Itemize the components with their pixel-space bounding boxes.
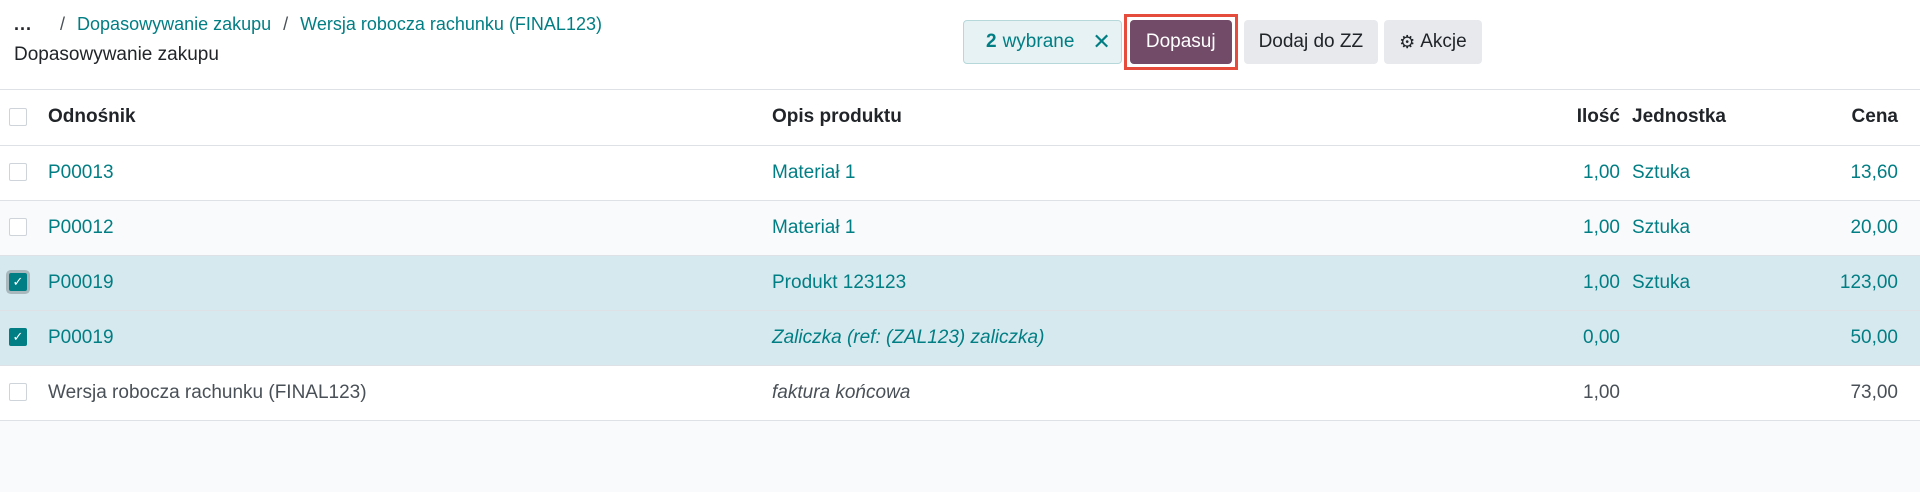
row-quantity[interactable]: 0,00 xyxy=(1472,310,1632,365)
selection-badge: 2 wybrane ✕ xyxy=(963,20,1122,64)
actions-button[interactable]: ⚙ Akcje xyxy=(1384,20,1482,64)
gear-icon: ⚙ xyxy=(1399,31,1416,52)
row-description[interactable]: Zaliczka (ref: (ZAL123) zaliczka) xyxy=(772,310,1472,365)
table-row[interactable]: P00012 Materiał 1 1,00 Sztuka 20,00 xyxy=(0,200,1920,255)
column-header-price[interactable]: Cena xyxy=(1802,90,1920,145)
page-title: Dopasowywanie zakupu xyxy=(14,44,219,65)
row-checkbox-checked[interactable]: ✓ xyxy=(9,328,27,347)
breadcrumb-item-purchase-matching[interactable]: Dopasowywanie zakupu xyxy=(77,14,271,35)
row-quantity[interactable]: 1,00 xyxy=(1472,145,1632,200)
column-header-unit[interactable]: Jednostka xyxy=(1632,90,1802,145)
column-header-description[interactable]: Opis produktu xyxy=(772,90,1472,145)
row-reference[interactable]: P00019 xyxy=(48,310,772,365)
breadcrumb: ... / Dopasowywanie zakupu / Wersja robo… xyxy=(14,14,602,35)
row-reference[interactable]: Wersja robocza rachunku (FINAL123) xyxy=(48,365,772,420)
row-price[interactable]: 50,00 xyxy=(1802,310,1920,365)
row-checkbox-checked[interactable]: ✓ xyxy=(9,273,27,292)
close-icon[interactable]: ✕ xyxy=(1092,29,1110,55)
match-button[interactable]: Dopasuj xyxy=(1129,20,1232,64)
row-price[interactable]: 73,00 xyxy=(1802,365,1920,420)
row-unit[interactable]: Sztuka xyxy=(1632,200,1802,255)
breadcrumb-item-draft-bill[interactable]: Wersja robocza rachunku (FINAL123) xyxy=(300,14,602,35)
add-to-zz-button[interactable]: Dodaj do ZZ xyxy=(1243,20,1379,64)
table-row[interactable]: ✓ P00019 Zaliczka (ref: (ZAL123) zaliczk… xyxy=(0,310,1920,365)
row-description[interactable]: Materiał 1 xyxy=(772,200,1472,255)
row-quantity[interactable]: 1,00 xyxy=(1472,200,1632,255)
row-unit[interactable]: Sztuka xyxy=(1632,255,1802,310)
highlight-box: Dopasuj xyxy=(1123,14,1238,70)
table-row[interactable]: P00013 Materiał 1 1,00 Sztuka 13,60 xyxy=(0,145,1920,200)
breadcrumb-more-button[interactable]: ... xyxy=(14,14,32,35)
empty-list-area xyxy=(0,420,1920,492)
row-unit[interactable] xyxy=(1632,310,1802,365)
selection-count: 2 xyxy=(986,31,997,52)
row-reference[interactable]: P00012 xyxy=(48,200,772,255)
selection-label: wybrane xyxy=(1002,31,1075,52)
row-description[interactable]: faktura końcowa xyxy=(772,365,1472,420)
row-price[interactable]: 13,60 xyxy=(1802,145,1920,200)
table-row[interactable]: ✓ P00019 Produkt 123123 1,00 Sztuka 123,… xyxy=(0,255,1920,310)
row-checkbox[interactable] xyxy=(9,163,27,182)
table-header-row: Odnośnik Opis produktu Ilość Jednostka C… xyxy=(0,90,1920,145)
breadcrumb-separator: / xyxy=(60,14,66,34)
table-row[interactable]: Wersja robocza rachunku (FINAL123) faktu… xyxy=(0,365,1920,420)
selection-actions: 2 wybrane ✕ Dopasuj Dodaj do ZZ ⚙ Akcje xyxy=(963,14,1482,70)
matching-table: Odnośnik Opis produktu Ilość Jednostka C… xyxy=(0,90,1920,421)
select-all-checkbox[interactable] xyxy=(9,108,27,127)
row-checkbox[interactable] xyxy=(9,383,27,402)
row-reference[interactable]: P00019 xyxy=(48,255,772,310)
column-header-reference[interactable]: Odnośnik xyxy=(48,90,772,145)
actions-button-label: Akcje xyxy=(1420,31,1467,52)
row-price[interactable]: 123,00 xyxy=(1802,255,1920,310)
row-reference[interactable]: P00013 xyxy=(48,145,772,200)
row-checkbox[interactable] xyxy=(9,218,27,237)
row-quantity[interactable]: 1,00 xyxy=(1472,255,1632,310)
row-unit[interactable]: Sztuka xyxy=(1632,145,1802,200)
row-unit[interactable] xyxy=(1632,365,1802,420)
row-price[interactable]: 20,00 xyxy=(1802,200,1920,255)
control-panel: ... / Dopasowywanie zakupu / Wersja robo… xyxy=(0,0,1920,90)
row-description[interactable]: Materiał 1 xyxy=(772,145,1472,200)
breadcrumb-separator: / xyxy=(283,14,289,34)
row-quantity[interactable]: 1,00 xyxy=(1472,365,1632,420)
row-description[interactable]: Produkt 123123 xyxy=(772,255,1472,310)
column-header-quantity[interactable]: Ilość xyxy=(1472,90,1632,145)
